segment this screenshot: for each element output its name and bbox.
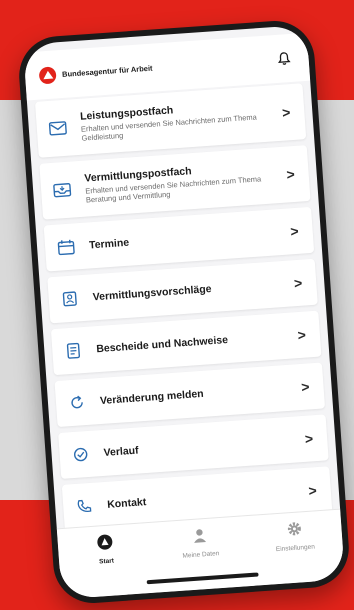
menu-list: Leistungspostfach Erhalten und versenden… (27, 81, 340, 532)
chevron-right-icon: > (308, 482, 318, 499)
menu-item-title: Veränderung melden (99, 387, 205, 408)
logo-icon (38, 65, 57, 85)
job-offer-icon (58, 287, 81, 310)
menu-item-title: Termine (88, 236, 130, 252)
menu-item-title: Vermittlungsvorschläge (92, 283, 212, 304)
chevron-right-icon: > (289, 222, 300, 240)
tab-label: Einstellungen (275, 543, 316, 554)
home-indicator (146, 572, 259, 585)
phone-frame: Bundesagentur für Arbeit Leistungspostfa… (16, 18, 352, 606)
refresh-icon (65, 391, 88, 414)
mail-icon (46, 117, 69, 140)
tab-label: Start (98, 557, 115, 566)
menu-item-vermittlungspostfach[interactable]: Vermittlungspostfach Erhalten und versen… (39, 145, 311, 220)
bell-icon[interactable] (274, 49, 293, 68)
tab-start[interactable]: Start (65, 531, 147, 568)
agency-name: Bundesagentur für Arbeit (61, 63, 153, 79)
tab-einstellungen[interactable]: Einstellungen (254, 518, 336, 555)
gear-icon (285, 520, 302, 542)
chevron-right-icon: > (297, 326, 307, 344)
document-icon (62, 339, 85, 362)
contact-icon (73, 495, 96, 518)
home-icon (97, 534, 114, 556)
chevron-right-icon: > (281, 104, 291, 121)
history-icon (69, 443, 92, 466)
person-icon (191, 527, 208, 549)
calendar-icon (54, 235, 77, 258)
tab-label: Meine Daten (182, 550, 220, 560)
inbox-icon (50, 178, 73, 201)
chevron-right-icon: > (304, 430, 314, 447)
app-screen: Bundesagentur für Arbeit Leistungspostfa… (22, 24, 346, 600)
menu-item-title: Kontakt (106, 496, 147, 511)
chevron-right-icon: > (293, 274, 303, 292)
tab-meine-daten[interactable]: Meine Daten (159, 525, 241, 562)
menu-item-title: Verlauf (103, 444, 140, 459)
chevron-right-icon: > (285, 165, 296, 183)
chevron-right-icon: > (300, 378, 311, 395)
menu-item-title: Bescheide und Nachweise (95, 334, 229, 356)
